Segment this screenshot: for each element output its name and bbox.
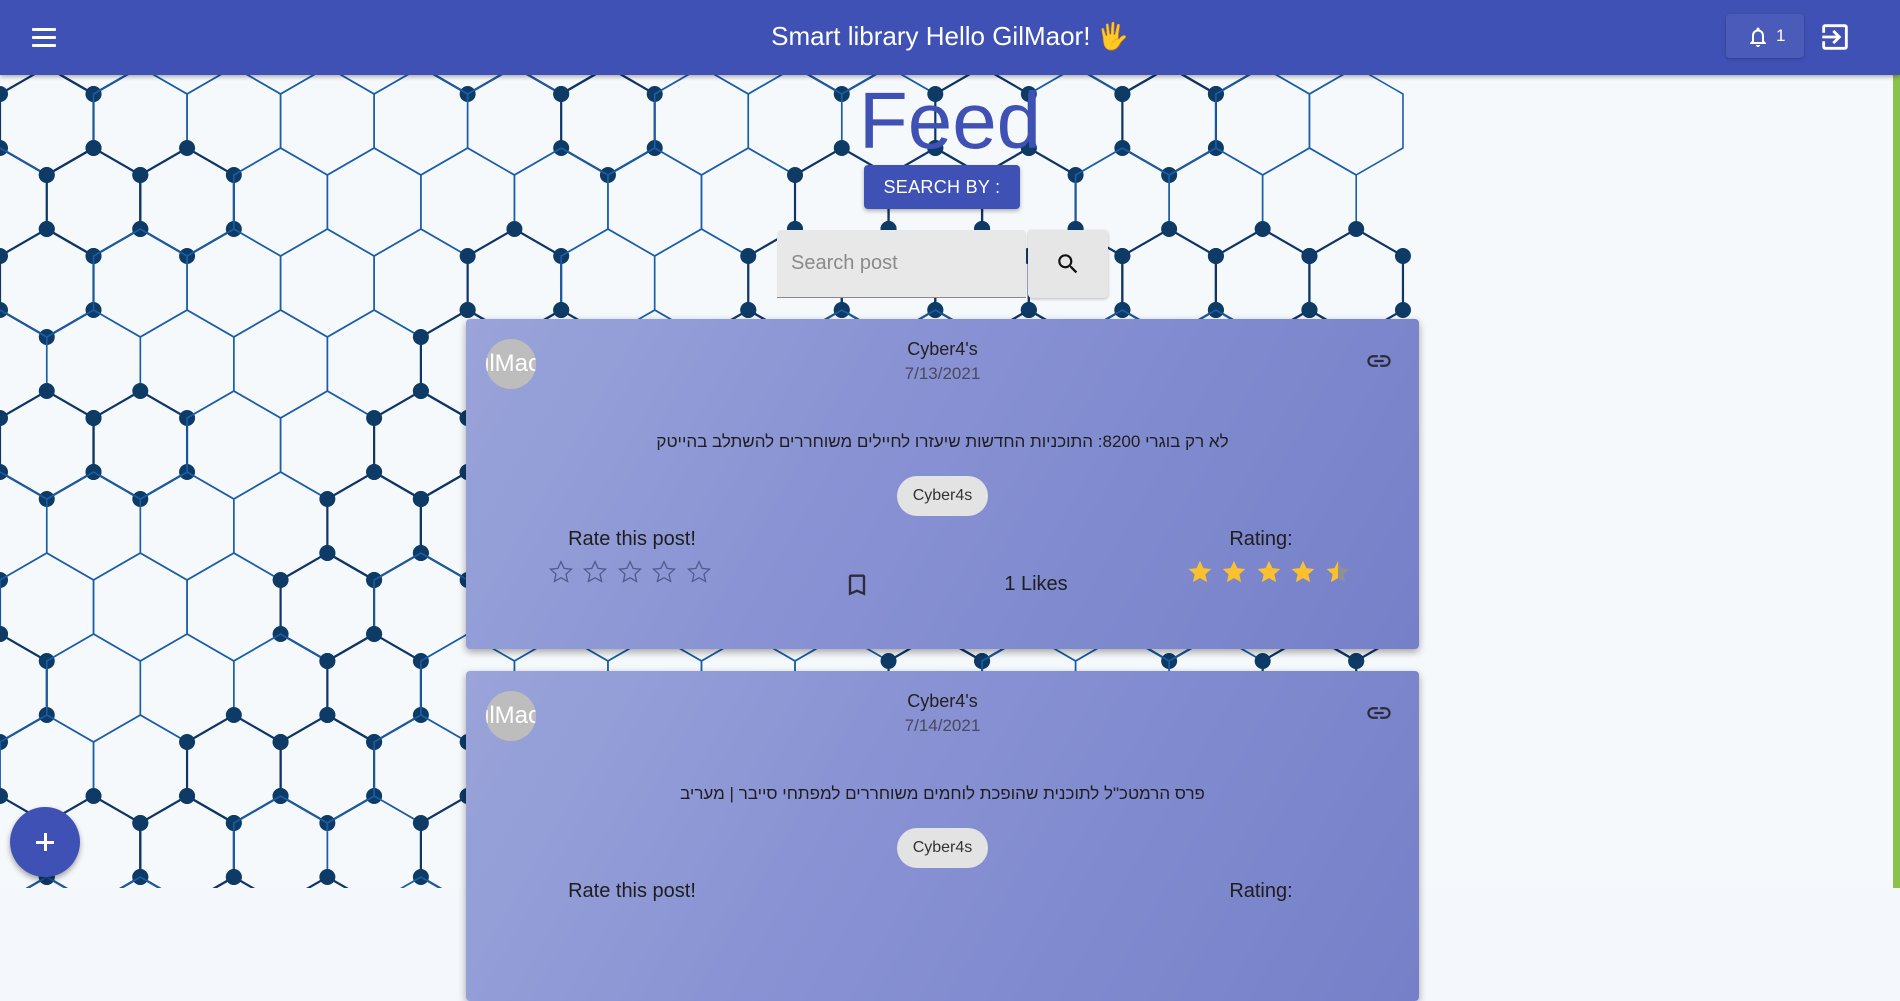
star-outline-icon[interactable] bbox=[582, 559, 608, 585]
star-outline-icon[interactable] bbox=[548, 559, 574, 585]
post-tag-chip[interactable]: Cyber4s bbox=[897, 476, 988, 516]
hexagon-node bbox=[319, 491, 335, 507]
post-card: ilMaor Cyber4's 7/13/2021 לא רק בוגרי 82… bbox=[466, 319, 1419, 649]
edge-strip bbox=[1893, 75, 1900, 888]
hexagon-node bbox=[132, 815, 148, 831]
rating-stars bbox=[1186, 558, 1354, 591]
app-title: Smart library Hello GilMaor!🖐 bbox=[0, 0, 1900, 75]
hexagon-node bbox=[1161, 221, 1177, 237]
hexagon-node bbox=[226, 869, 242, 885]
logout-icon bbox=[1818, 20, 1852, 54]
hexagon-node bbox=[1021, 302, 1037, 318]
hexagon-node bbox=[1114, 248, 1130, 264]
search-by-button[interactable]: SEARCH BY : bbox=[864, 165, 1020, 209]
app-title-text: Smart library Hello GilMaor! bbox=[771, 21, 1090, 51]
hexagon-node bbox=[1395, 248, 1411, 264]
hexagon-node bbox=[86, 410, 102, 426]
post-author: Cyber4's bbox=[466, 691, 1419, 712]
hexagon-node bbox=[273, 734, 289, 750]
hexagon-node bbox=[319, 707, 335, 723]
hexagon-node bbox=[1255, 653, 1271, 669]
hexagon-node bbox=[460, 302, 476, 318]
hexagon-node bbox=[39, 221, 55, 237]
hexagon-node bbox=[1395, 302, 1411, 318]
hexagon-node bbox=[226, 707, 242, 723]
hexagon-node bbox=[1208, 248, 1224, 264]
link-icon[interactable] bbox=[1365, 347, 1393, 375]
hexagon-node bbox=[366, 410, 382, 426]
star-filled-icon bbox=[1186, 558, 1214, 586]
bell-icon bbox=[1746, 25, 1770, 49]
rating-label: Rating: bbox=[1206, 880, 1316, 903]
hexagon-node bbox=[787, 167, 803, 183]
hexagon-node bbox=[413, 329, 429, 345]
notifications-button[interactable]: 1 bbox=[1726, 14, 1804, 58]
hexagon-node bbox=[132, 167, 148, 183]
bookmark-icon[interactable] bbox=[843, 571, 871, 599]
hexagon-node bbox=[413, 383, 429, 399]
star-outline-icon[interactable] bbox=[686, 559, 712, 585]
post-card: ilMaor Cyber4's 7/14/2021 פרס הרמטכ"ל לת… bbox=[466, 671, 1419, 1001]
hexagon-node bbox=[413, 491, 429, 507]
hexagon-node bbox=[319, 545, 335, 561]
hexagon-node bbox=[179, 734, 195, 750]
hexagon-node bbox=[506, 221, 522, 237]
hexagon-node bbox=[39, 167, 55, 183]
star-half-icon bbox=[1324, 558, 1352, 586]
hexagon-node bbox=[460, 248, 476, 264]
star-outline-icon[interactable] bbox=[617, 559, 643, 585]
search-input[interactable] bbox=[777, 230, 1026, 298]
hexagon-node bbox=[881, 653, 897, 669]
app-bar: Smart library Hello GilMaor!🖐 1 bbox=[0, 0, 1900, 75]
hand-emoji-icon: 🖐 bbox=[1096, 0, 1128, 72]
hexagon-node bbox=[553, 302, 569, 318]
star-filled-icon bbox=[1255, 558, 1283, 586]
post-text: לא רק בוגרי 8200: התוכניות החדשות שיעזרו… bbox=[466, 432, 1419, 452]
post-date: 7/14/2021 bbox=[466, 716, 1419, 736]
menu-button[interactable] bbox=[28, 22, 60, 54]
star-outline-icon[interactable] bbox=[651, 559, 677, 585]
likes-count: 1 Likes bbox=[976, 573, 1096, 596]
hexagon-node bbox=[740, 248, 756, 264]
hexagon-node bbox=[1255, 221, 1271, 237]
hexagon-node bbox=[319, 653, 335, 669]
hexagon-node bbox=[319, 869, 335, 885]
hexagon-node bbox=[39, 383, 55, 399]
post-tag-chip[interactable]: Cyber4s bbox=[897, 828, 988, 868]
hexagon-node bbox=[1301, 302, 1317, 318]
star-filled-icon bbox=[1220, 558, 1248, 586]
menu-icon bbox=[32, 28, 56, 31]
rate-stars[interactable] bbox=[548, 559, 716, 590]
hexagon-node bbox=[366, 464, 382, 480]
search-icon bbox=[1055, 251, 1081, 277]
hexagon-node bbox=[132, 383, 148, 399]
post-author: Cyber4's bbox=[466, 339, 1419, 360]
hexagon-node bbox=[740, 302, 756, 318]
hexagon-node bbox=[1301, 248, 1317, 264]
notification-count: 1 bbox=[1776, 26, 1785, 46]
star-filled-icon bbox=[1289, 558, 1317, 586]
logout-button[interactable] bbox=[1818, 20, 1852, 54]
hexagon-node bbox=[1348, 653, 1364, 669]
search-button[interactable] bbox=[1028, 230, 1108, 298]
rate-label: Rate this post! bbox=[532, 880, 732, 903]
hexagon-node bbox=[86, 788, 102, 804]
rating-label: Rating: bbox=[1206, 528, 1316, 551]
hexagon-node bbox=[273, 572, 289, 588]
hexagon-node bbox=[366, 626, 382, 642]
post-date: 7/13/2021 bbox=[466, 364, 1419, 384]
rate-label: Rate this post! bbox=[532, 528, 732, 551]
hexagon-node bbox=[413, 815, 429, 831]
hexagon-node bbox=[1348, 221, 1364, 237]
link-icon[interactable] bbox=[1365, 699, 1393, 727]
post-text: פרס הרמטכ"ל לתוכנית שהופכת לוחמים משוחרר… bbox=[466, 784, 1419, 804]
page-title: Feed bbox=[0, 78, 1900, 164]
add-post-button[interactable] bbox=[10, 807, 80, 877]
hexagon-node bbox=[179, 788, 195, 804]
